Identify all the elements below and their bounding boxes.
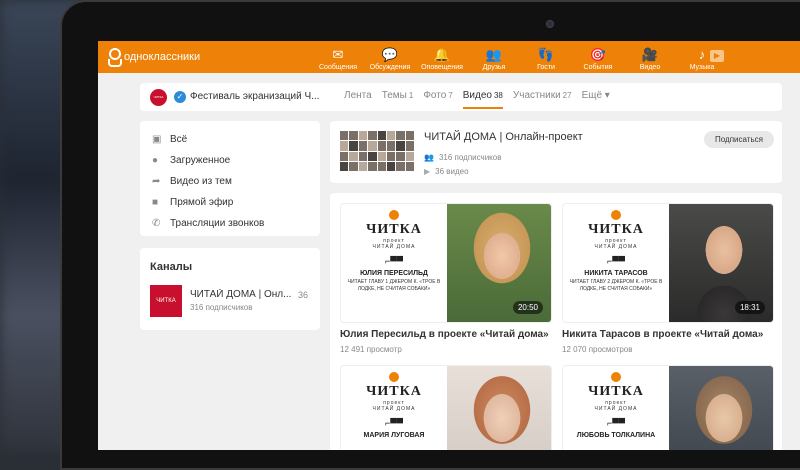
video-filter-menu: ▣ Всё ● Загруженное ➦ Видео из тем ■ Прямой … [140,121,320,236]
video-poster: ЧИТКА проект ЧИТАЙ ДОМА ⌐▀▀ НИКИТА ТАРАС… [563,204,669,322]
nav-messages[interactable]: ✉ Сообщения [312,41,364,73]
menu-item-live[interactable]: ■ Прямой эфир [140,192,320,213]
menu-item-all[interactable]: ▣ Всё [140,129,320,150]
video-poster: ЧИТКА проект ЧИТАЙ ДОМА ⌐▀▀ МАРИЯ ЛУГОВА… [341,366,447,450]
video-views: 12 491 просмотр [340,345,402,354]
chat-bubbles-icon: 💬 [381,47,399,62]
envelope-icon: ✉ [332,47,344,62]
channels-panel: Каналы ЧИТКА ЧИТАЙ ДОМА | Онл... 316 под… [140,248,320,330]
nav-events[interactable]: 🎯 События [572,41,624,73]
video-poster: ЧИТКА проект ЧИТАЙ ДОМА ⌐▀▀ ЮЛИЯ ПЕРЕСИЛ… [341,204,447,322]
people-icon: 👥 [485,47,503,62]
channel-title[interactable]: ЧИТАЙ ДОМА | Онлайн-проект [424,131,583,143]
channel-cover-image[interactable] [340,131,414,171]
video-thumbnail[interactable]: ЧИТКА проект ЧИТАЙ ДОМА ⌐▀▀ ЛЮБОВЬ ТОЛКА… [562,365,774,450]
tab-members[interactable]: Участники 27 [513,90,572,109]
channel-subscribers: 316 подписчиков [190,303,253,312]
nav-guests[interactable]: 👣 Гости [520,41,572,73]
ok-logo-icon [389,210,399,220]
group-tabs: Лента Темы 1 Фото 7 Видео 38 Участники 27 Ещ… [344,90,610,109]
nav-friends[interactable]: 👥 Друзья [468,41,520,73]
ok-logo[interactable]: одноклассники [106,47,200,67]
ok-logo-icon [611,372,621,382]
video-thumbnail[interactable]: ЧИТКА проект ЧИТАЙ ДОМА ⌐▀▀ МАРИЯ ЛУГОВА… [340,365,552,450]
channel-name[interactable]: ЧИТАЙ ДОМА | Онл... [190,289,294,300]
footprints-icon: 👣 [537,47,555,62]
actor-photo [669,366,773,450]
logo-text: одноклассники [124,51,201,63]
tab-feed[interactable]: Лента [344,90,372,109]
tab-more[interactable]: Ещё ▾ [582,90,610,109]
menu-item-uploaded[interactable]: ● Загруженное [140,150,320,171]
channels-title: Каналы [150,261,193,273]
menu-item-call-streams[interactable]: ✆ Трансляции звонков [140,213,320,234]
video-duration: 20:50 [512,301,543,314]
main-nav: ✉ Сообщения 💬 Обсуждения 🔔 Оповещения 👥 Друз… [312,41,728,73]
tab-photos[interactable]: Фото 7 [423,90,452,109]
subscribe-button[interactable]: Подписаться [704,131,774,148]
video-icon: ▶ [424,167,431,176]
webcam [546,20,554,28]
all-videos-icon: ▣ [152,134,162,145]
video-camera-icon: 🎥 [641,47,659,62]
people-icon: 👥 [424,153,434,162]
upload-icon: ● [152,155,159,166]
channel-logo[interactable]: ЧИТКА [150,285,182,317]
nav-discussions[interactable]: 💬 Обсуждения [364,41,416,73]
top-navigation-bar: одноклассники ✉ Сообщения 💬 Обсуждения 🔔 Оп… [98,41,800,73]
glasses-icon: ⌐▀▀ [384,418,403,428]
ok-logo-icon [106,47,122,67]
share-arrow-icon: ➦ [152,176,161,187]
group-avatar[interactable]: ЧИТКА [150,89,167,106]
browser-screen: одноклассники ✉ Сообщения 💬 Обсуждения 🔔 Оп… [98,41,800,450]
music-note-icon: ♪ [698,47,706,62]
video-title[interactable]: Никита Тарасов в проекте «Читай дома» [562,329,763,340]
events-icon: 🎯 [589,47,607,62]
video-thumbnail[interactable]: ЧИТКА проект ЧИТАЙ ДОМА ⌐▀▀ ЮЛИЯ ПЕРЕСИЛ… [340,203,552,323]
channel-meta: 👥 316 подписчиков ▶ 36 видео [424,153,502,176]
tab-topics[interactable]: Темы 1 [382,90,414,109]
group-name[interactable]: Фестиваль экранизаций Ч... [190,91,352,102]
video-grid: ЧИТКА проект ЧИТАЙ ДОМА ⌐▀▀ ЮЛИЯ ПЕРЕСИЛ… [330,193,782,450]
group-header-bar: ЧИТКА ✓ Фестиваль экранизаций Ч... Лента… [140,83,782,111]
ok-logo-icon [389,372,399,382]
channel-card: ЧИТАЙ ДОМА | Онлайн-проект 👥 316 подписчи… [330,121,782,183]
video-duration: 18:31 [734,301,765,314]
nav-video[interactable]: 🎥 Видео [624,41,676,73]
phone-icon: ✆ [152,218,161,229]
live-camera-icon: ■ [152,197,159,208]
video-title[interactable]: Юлия Пересильд в проекте «Читай дома» [340,329,549,340]
glasses-icon: ⌐▀▀ [606,256,625,266]
video-poster: ЧИТКА проект ЧИТАЙ ДОМА ⌐▀▀ ЛЮБОВЬ ТОЛКА… [563,366,669,450]
bell-icon: 🔔 [433,47,451,62]
ok-logo-icon [611,210,621,220]
glasses-icon: ⌐▀▀ [606,418,625,428]
music-play-icon[interactable]: ▶ [710,50,724,62]
verified-check-icon: ✓ [174,91,186,103]
menu-item-from-topics[interactable]: ➦ Видео из тем [140,171,320,192]
video-views: 12 070 просмотров [562,345,633,354]
actor-photo [447,366,551,450]
nav-notifications[interactable]: 🔔 Оповещения [416,41,468,73]
channel-video-count: 36 [298,290,309,300]
tab-video[interactable]: Видео 38 [462,90,503,109]
glasses-icon: ⌐▀▀ [384,256,403,266]
video-thumbnail[interactable]: ЧИТКА проект ЧИТАЙ ДОМА ⌐▀▀ НИКИТА ТАРАС… [562,203,774,323]
